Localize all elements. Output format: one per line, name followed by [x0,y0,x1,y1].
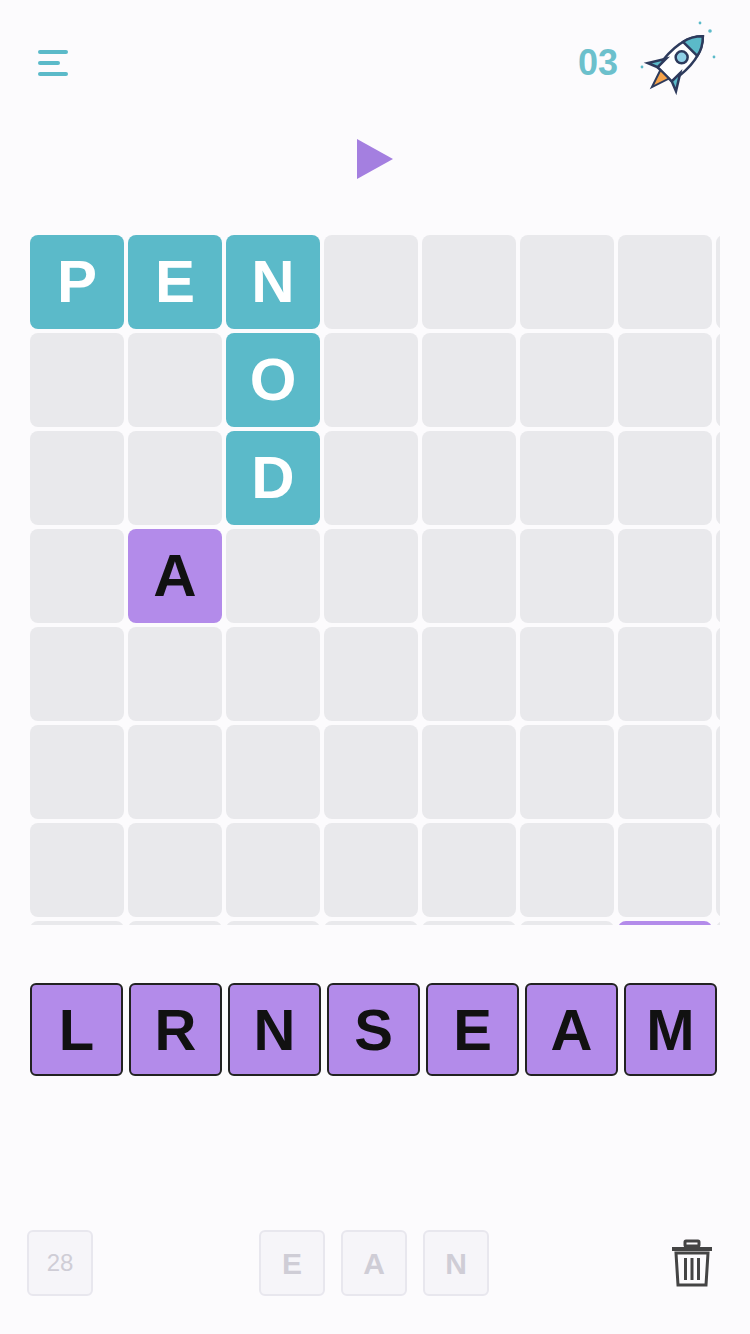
last-word-tile: N [423,1230,489,1296]
rack-tile[interactable]: A [525,983,618,1076]
rack-tile[interactable]: E [426,983,519,1076]
empty-cell[interactable] [716,823,720,917]
empty-cell[interactable] [30,431,124,525]
empty-cell[interactable] [324,725,418,819]
empty-cell[interactable] [520,921,614,925]
empty-cell[interactable] [30,823,124,917]
letter-cell[interactable]: A [128,529,222,623]
empty-cell[interactable] [226,725,320,819]
empty-cell[interactable] [422,529,516,623]
empty-cell[interactable] [30,921,124,925]
empty-cell[interactable] [618,529,712,623]
board-row [30,823,720,917]
empty-cell[interactable] [520,235,614,329]
letter-cell[interactable] [618,921,712,925]
rack-tile[interactable]: M [624,983,717,1076]
board-row [30,627,720,721]
empty-cell[interactable] [128,823,222,917]
empty-cell[interactable] [30,529,124,623]
board-row: A [30,529,720,623]
tiles-left-badge: 28 [27,1230,93,1296]
letter-cell[interactable]: O [226,333,320,427]
empty-cell[interactable] [716,529,720,623]
empty-cell[interactable] [128,627,222,721]
letter-cell[interactable]: P [30,235,124,329]
empty-cell[interactable] [128,921,222,925]
rack-tile[interactable]: L [30,983,123,1076]
empty-cell[interactable] [618,627,712,721]
empty-cell[interactable] [128,725,222,819]
empty-cell[interactable] [520,725,614,819]
empty-cell[interactable] [226,921,320,925]
empty-cell[interactable] [324,921,418,925]
board-row [30,725,720,819]
board: PENODA [30,235,720,925]
last-word: EAN [259,1230,489,1296]
board-row: D [30,431,720,525]
menu-icon[interactable] [36,47,72,79]
empty-cell[interactable] [618,823,712,917]
empty-cell[interactable] [422,823,516,917]
empty-cell[interactable] [520,823,614,917]
rack-tile[interactable]: N [228,983,321,1076]
empty-cell[interactable] [30,333,124,427]
empty-cell[interactable] [324,235,418,329]
game-screen: 03PENODALRNSEAM28EAN [0,0,750,1334]
empty-cell[interactable] [324,627,418,721]
empty-cell[interactable] [422,431,516,525]
board-row [30,921,720,925]
letter-cell[interactable]: D [226,431,320,525]
empty-cell[interactable] [128,333,222,427]
letter-cell[interactable]: E [128,235,222,329]
empty-cell[interactable] [226,627,320,721]
empty-cell[interactable] [324,333,418,427]
empty-cell[interactable] [324,529,418,623]
empty-cell[interactable] [30,627,124,721]
header: 03 [0,0,750,126]
empty-cell[interactable] [618,725,712,819]
empty-cell[interactable] [324,823,418,917]
rack-tile[interactable]: R [129,983,222,1076]
empty-cell[interactable] [422,627,516,721]
score-area: 03 [578,17,722,109]
rocket-icon [630,17,722,109]
empty-cell[interactable] [324,431,418,525]
last-word-tile: A [341,1230,407,1296]
empty-cell[interactable] [716,725,720,819]
empty-cell[interactable] [30,725,124,819]
footer: 28 EAN [0,1230,750,1296]
empty-cell[interactable] [520,627,614,721]
empty-cell[interactable] [422,333,516,427]
last-word-tile: E [259,1230,325,1296]
empty-cell[interactable] [618,333,712,427]
board-row: O [30,333,720,427]
empty-cell[interactable] [716,921,720,925]
play-icon[interactable] [355,137,395,181]
empty-cell[interactable] [716,333,720,427]
trash-icon[interactable] [670,1239,714,1287]
board-row: PEN [30,235,720,329]
play-row [0,126,750,192]
empty-cell[interactable] [618,431,712,525]
empty-cell[interactable] [520,529,614,623]
letter-cell[interactable]: N [226,235,320,329]
rack-tile[interactable]: S [327,983,420,1076]
empty-cell[interactable] [716,627,720,721]
score: 03 [578,36,618,90]
letter-rack: LRNSEAM [30,983,750,1076]
empty-cell[interactable] [716,431,720,525]
empty-cell[interactable] [618,235,712,329]
empty-cell[interactable] [520,333,614,427]
empty-cell[interactable] [226,529,320,623]
empty-cell[interactable] [422,235,516,329]
empty-cell[interactable] [422,921,516,925]
empty-cell[interactable] [226,823,320,917]
empty-cell[interactable] [520,431,614,525]
empty-cell[interactable] [716,235,720,329]
empty-cell[interactable] [128,431,222,525]
empty-cell[interactable] [422,725,516,819]
